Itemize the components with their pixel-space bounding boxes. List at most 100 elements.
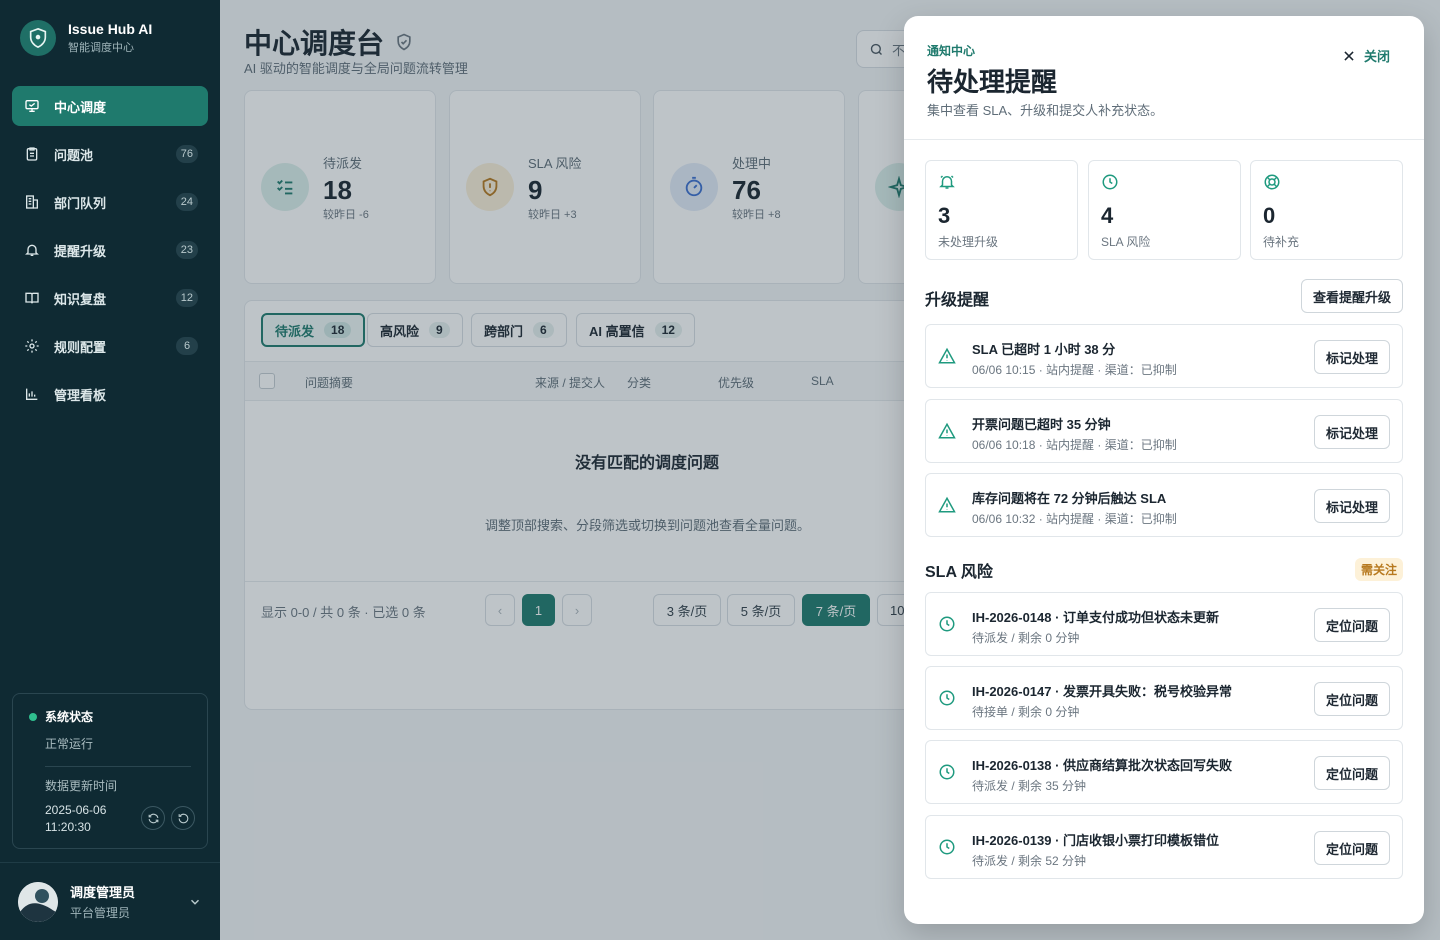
user-name: 调度管理员 — [70, 885, 136, 900]
item-title: IH-2026-0148 · 订单支付成功但状态未更新 — [972, 610, 1220, 625]
building-icon — [22, 192, 42, 212]
stat-value: 0 — [1263, 203, 1276, 228]
stat-label: 待补充 — [1263, 235, 1300, 249]
mark-handled-button[interactable]: 标记处理 — [1314, 489, 1390, 523]
sidebar-item-label: 规则配置 — [54, 339, 107, 355]
attention-badge: 需关注 — [1354, 558, 1403, 581]
update-time-label: 数据更新时间 — [45, 779, 118, 793]
gear-icon — [22, 336, 42, 356]
sidebar-item-count: 23 — [175, 241, 198, 259]
sidebar-item-rules[interactable]: 规则配置 6 — [12, 326, 208, 366]
chevron-down-icon — [190, 899, 200, 905]
sla-item[interactable]: IH-2026-0139 · 门店收银小票打印模板错位 待派发 / 剩余 52 … — [925, 815, 1403, 879]
refresh-button[interactable] — [141, 806, 165, 830]
refresh-icon — [148, 813, 158, 823]
sla-item[interactable]: IH-2026-0148 · 订单支付成功但状态未更新 待派发 / 剩余 0 分… — [925, 592, 1403, 656]
escalation-item[interactable]: SLA 已超时 1 小时 38 分 06/06 10:15 · 站内提醒 · 渠… — [925, 324, 1403, 388]
sidebar-item-label: 管理看板 — [54, 387, 107, 403]
sidebar-item-count: 76 — [175, 145, 198, 163]
user-role: 平台管理员 — [70, 906, 131, 920]
sidebar-item-count: 12 — [175, 289, 198, 307]
sidebar-item-dispatch[interactable]: 中心调度 — [12, 86, 208, 126]
item-title: SLA 已超时 1 小时 38 分 — [972, 342, 1116, 357]
item-title: 开票问题已超时 35 分钟 — [972, 417, 1111, 432]
locate-issue-button[interactable]: 定位问题 — [1314, 831, 1390, 865]
status-dot-icon — [29, 712, 37, 721]
item-meta: 待派发 / 剩余 52 分钟 — [972, 854, 1087, 868]
warning-triangle-icon — [938, 422, 956, 439]
bell-icon — [939, 175, 955, 189]
close-icon — [1344, 50, 1354, 61]
item-meta: 待派发 / 剩余 35 分钟 — [972, 779, 1087, 793]
sidebar-item-dashboard[interactable]: 管理看板 — [12, 374, 208, 414]
stat-pending-supplement[interactable]: 0 待补充 — [1250, 160, 1403, 260]
clipboard-icon — [22, 144, 42, 164]
system-status-heading: 系统状态 — [45, 710, 94, 724]
drawer-title: 待处理提醒 — [927, 67, 1058, 97]
stat-value: 3 — [938, 203, 951, 228]
stat-sla-risk[interactable]: 4 SLA 风险 — [1088, 160, 1241, 260]
drawer-header: 通知中心 待处理提醒 集中查看 SLA、升级和提交人补充状态。 关闭 — [904, 16, 1424, 140]
lifebuoy-icon — [1264, 174, 1280, 190]
reset-button[interactable] — [171, 806, 195, 830]
sidebar-nav: 中心调度 问题池 76 部门队列 24 提醒升级 23 知识复盘 12 规则配置… — [12, 86, 208, 422]
drawer-eyebrow: 通知中心 — [927, 44, 976, 58]
sidebar-item-escalation[interactable]: 提醒升级 23 — [12, 230, 208, 270]
escalation-item[interactable]: 库存问题将在 72 分钟后触达 SLA 06/06 10:32 · 站内提醒 ·… — [925, 473, 1403, 537]
close-label: 关闭 — [1363, 49, 1390, 64]
item-meta: 待接单 / 剩余 0 分钟 — [972, 705, 1080, 719]
sidebar-item-issue-pool[interactable]: 问题池 76 — [12, 134, 208, 174]
warning-triangle-icon — [938, 347, 956, 364]
escalation-item[interactable]: 开票问题已超时 35 分钟 06/06 10:18 · 站内提醒 · 渠道：已抑… — [925, 399, 1403, 463]
clock-icon — [939, 690, 955, 706]
avatar — [18, 881, 58, 922]
brand-subtitle: 智能调度中心 — [68, 42, 134, 54]
mark-handled-button[interactable]: 标记处理 — [1314, 415, 1390, 449]
sidebar-item-knowledge[interactable]: 知识复盘 12 — [12, 278, 208, 318]
sidebar-item-label: 知识复盘 — [54, 291, 107, 307]
locate-issue-button[interactable]: 定位问题 — [1314, 608, 1390, 642]
sidebar-item-label: 提醒升级 — [54, 243, 107, 259]
sidebar-item-label: 中心调度 — [54, 99, 107, 115]
system-status-card: 系统状态 正常运行 数据更新时间 2025-06-06 11:20:30 — [12, 693, 208, 849]
item-meta: 待派发 / 剩余 0 分钟 — [972, 631, 1080, 645]
sla-item[interactable]: IH-2026-0138 · 供应商结算批次状态回写失败 待派发 / 剩余 35… — [925, 740, 1403, 804]
user-menu[interactable]: 调度管理员 平台管理员 — [0, 862, 220, 940]
item-title: 库存问题将在 72 分钟后触达 SLA — [972, 491, 1167, 506]
sla-section-title: SLA 风险 — [925, 564, 993, 581]
sidebar-item-label: 问题池 — [54, 147, 94, 163]
mark-handled-button[interactable]: 标记处理 — [1314, 340, 1390, 374]
sla-item[interactable]: IH-2026-0147 · 发票开具失败：税号校验异常 待接单 / 剩余 0 … — [925, 666, 1403, 730]
stat-value: 4 — [1101, 203, 1114, 228]
sidebar-item-dept-queue[interactable]: 部门队列 24 — [12, 182, 208, 222]
warning-triangle-icon — [938, 496, 956, 513]
rotate-icon — [178, 813, 188, 823]
clock-icon — [939, 616, 955, 632]
drawer-subtitle: 集中查看 SLA、升级和提交人补充状态。 — [927, 103, 1164, 118]
item-title: IH-2026-0139 · 门店收银小票打印模板错位 — [972, 833, 1220, 848]
locate-issue-button[interactable]: 定位问题 — [1314, 756, 1390, 790]
update-time-value: 2025-06-06 11:20:30 — [45, 803, 107, 834]
item-title: IH-2026-0138 · 供应商结算批次状态回写失败 — [972, 758, 1233, 773]
sidebar-item-count: 24 — [175, 193, 198, 211]
item-meta: 06/06 10:15 · 站内提醒 · 渠道：已抑制 — [972, 363, 1177, 377]
brand-logo-icon — [20, 20, 56, 56]
stat-unhandled-escalations[interactable]: 3 未处理升级 — [925, 160, 1078, 260]
clock-icon — [939, 764, 955, 780]
divider — [45, 766, 191, 767]
view-escalations-button[interactable]: 查看提醒升级 — [1301, 279, 1403, 313]
locate-issue-button[interactable]: 定位问题 — [1314, 682, 1390, 716]
close-button[interactable]: 关闭 — [1342, 46, 1390, 65]
book-icon — [22, 288, 42, 308]
clock-icon — [1102, 174, 1118, 190]
stat-label: SLA 风险 — [1101, 235, 1151, 249]
sidebar-item-count: 6 — [176, 337, 198, 355]
brand[interactable]: Issue Hub AI 智能调度中心 — [20, 20, 152, 56]
notification-drawer: 通知中心 待处理提醒 集中查看 SLA、升级和提交人补充状态。 关闭 3 未处理… — [904, 16, 1424, 924]
bar-chart-icon — [22, 384, 42, 404]
sidebar-item-label: 部门队列 — [54, 195, 107, 211]
bell-icon — [22, 240, 42, 260]
clock-icon — [939, 839, 955, 855]
system-status-title: 系统状态 — [29, 708, 191, 725]
sidebar: Issue Hub AI 智能调度中心 中心调度 问题池 76 部门队列 24 … — [0, 0, 220, 940]
